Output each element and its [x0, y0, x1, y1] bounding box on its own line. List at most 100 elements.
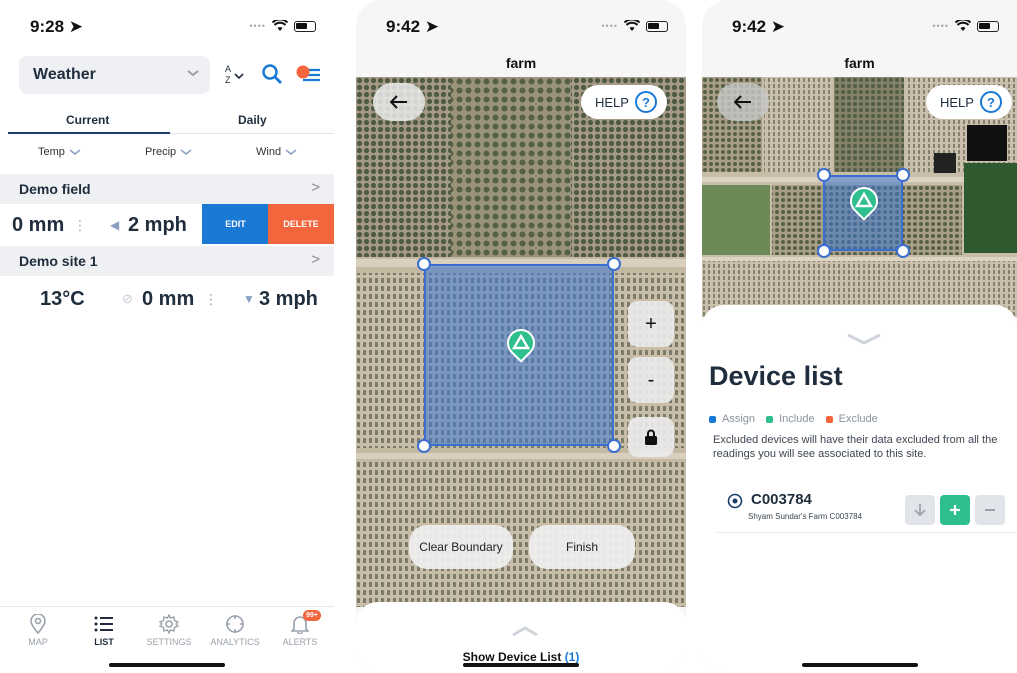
tab-current[interactable]: Current — [66, 113, 109, 127]
sort-az-icon[interactable]: AZ — [224, 63, 246, 85]
nav-map[interactable]: MAP — [8, 613, 68, 647]
nav-analytics[interactable]: ANALYTICS — [205, 613, 265, 647]
edit-button[interactable]: EDIT — [202, 204, 269, 244]
filter-precip[interactable]: Precip — [145, 146, 192, 158]
legend-exclude: Exclude — [838, 413, 878, 425]
status-time: 9:42 ➤ — [386, 17, 439, 37]
status-time: 9:42 ➤ — [732, 17, 785, 37]
nav-analytics-label: ANALYTICS — [210, 637, 260, 647]
group-name: Demo site 1 — [19, 253, 98, 269]
layers-toggle-icon[interactable] — [295, 63, 321, 85]
satellite-map[interactable]: HELP ? + - Clear Boundary Finish — [356, 77, 686, 607]
boundary-handle[interactable] — [417, 439, 431, 453]
triangle-logo-icon — [854, 191, 874, 208]
show-device-list-label: Show Device List — [462, 650, 562, 664]
status-time: 9:28 ➤ — [30, 17, 83, 37]
nav-alerts[interactable]: 99+ ALERTS — [270, 610, 330, 647]
location-arrow-icon: ➤ — [424, 17, 440, 36]
list-item[interactable]: 0 mm ⋮ ◀ 2 mph — [0, 204, 202, 244]
no-rain-icon: ⊘ — [122, 291, 133, 306]
location-arrow-icon: ➤ — [68, 17, 84, 36]
home-indicator — [463, 663, 579, 667]
device-row[interactable]: C003784 Shyam Sundar's Farm C003784 — [717, 481, 1017, 533]
clear-boundary-button[interactable]: Clear Boundary — [409, 525, 513, 569]
signal-icon: •••• — [601, 21, 618, 31]
status-icons: •••• — [601, 20, 668, 32]
satellite-map[interactable]: HELP ? — [702, 77, 1017, 317]
include-color-swatch — [766, 415, 774, 423]
time-text: 9:42 — [386, 17, 421, 36]
zoom-out-button[interactable]: - — [628, 357, 674, 403]
device-subtitle: Shyam Sundar's Farm C003784 — [748, 512, 863, 521]
time-text: 9:42 — [732, 17, 767, 36]
location-arrow-icon: ➤ — [770, 17, 786, 36]
home-indicator — [109, 663, 225, 667]
precip-value: 0 mm — [12, 214, 65, 236]
wifi-icon — [624, 20, 640, 31]
boundary-handle[interactable] — [896, 244, 910, 258]
delete-button[interactable]: DELETE — [268, 204, 334, 244]
back-button[interactable] — [373, 83, 425, 121]
nav-alerts-label: ALERTS — [282, 637, 318, 647]
weather-dropdown[interactable]: Weather — [19, 56, 210, 94]
filter-temp[interactable]: Temp — [38, 146, 81, 158]
battery-icon — [977, 20, 999, 32]
legend-assign: Assign — [722, 413, 756, 425]
wind-direction-icon: ◀ — [110, 218, 120, 232]
tab-daily[interactable]: Daily — [238, 113, 267, 127]
wind-value: 2 mph — [128, 214, 187, 236]
home-indicator — [801, 663, 918, 667]
show-device-list-button[interactable]: Show Device List (1) — [356, 650, 686, 664]
boundary-handle[interactable] — [896, 168, 910, 182]
status-bar: 9:28 ➤ •••• — [0, 0, 334, 52]
zoom-in-button[interactable]: + — [628, 301, 674, 347]
wind-value: 3 mph — [259, 288, 318, 310]
boundary-handle[interactable] — [607, 439, 621, 453]
device-list-heading: Device list — [709, 361, 843, 391]
filter-precip-label: Precip — [145, 146, 177, 158]
search-icon[interactable] — [261, 63, 283, 85]
legend-include: Include — [779, 413, 815, 425]
page-title: farm — [505, 55, 537, 71]
nav-map-label: MAP — [28, 637, 48, 647]
status-bar: 9:42 ➤ •••• — [702, 0, 1017, 52]
exclude-device-button[interactable] — [975, 495, 1005, 525]
crosshair-icon — [226, 615, 244, 633]
group-row-demo-site-1[interactable]: Demo site 1 > — [0, 246, 334, 276]
device-count: (1) — [564, 650, 580, 664]
nav-list[interactable]: LIST — [74, 613, 134, 647]
nav-settings[interactable]: SETTINGS — [139, 613, 199, 647]
chevron-down-icon — [285, 149, 297, 155]
chevron-down-icon[interactable] — [846, 333, 882, 345]
page-title: farm — [844, 55, 875, 71]
back-button[interactable] — [717, 83, 769, 121]
temp-value: 13°C — [40, 288, 85, 310]
filter-temp-label: Temp — [38, 146, 65, 158]
arrow-down-icon — [914, 504, 926, 517]
include-device-button[interactable] — [940, 495, 970, 525]
status-bar: 9:42 ➤ •••• — [356, 0, 686, 52]
lock-button[interactable] — [628, 417, 674, 457]
wifi-icon — [955, 20, 971, 31]
active-tab-indicator — [8, 132, 170, 134]
help-button[interactable]: HELP ? — [581, 85, 667, 119]
filter-wind[interactable]: Wind — [256, 146, 297, 158]
help-button[interactable]: HELP ? — [926, 85, 1012, 119]
group-row-demo-field[interactable]: Demo field > — [0, 174, 334, 204]
boundary-handle[interactable] — [817, 168, 831, 182]
assign-device-button[interactable] — [905, 495, 935, 525]
boundary-handle[interactable] — [607, 257, 621, 271]
boundary-handle[interactable] — [817, 244, 831, 258]
svg-text:Z: Z — [225, 75, 231, 85]
filter-wind-label: Wind — [256, 146, 282, 158]
chevron-down-icon — [187, 70, 199, 77]
help-label: HELP — [595, 94, 629, 110]
triangle-logo-icon — [511, 333, 531, 350]
signal-icon: •••• — [932, 21, 949, 31]
wifi-icon — [272, 20, 288, 31]
list-item[interactable]: 13°C ⊘ 0 mm ⋮ ▼ 3 mph — [0, 278, 334, 318]
group-name: Demo field — [19, 181, 91, 197]
assign-color-swatch — [709, 415, 716, 423]
boundary-handle[interactable] — [417, 257, 431, 271]
finish-button[interactable]: Finish — [529, 525, 635, 569]
